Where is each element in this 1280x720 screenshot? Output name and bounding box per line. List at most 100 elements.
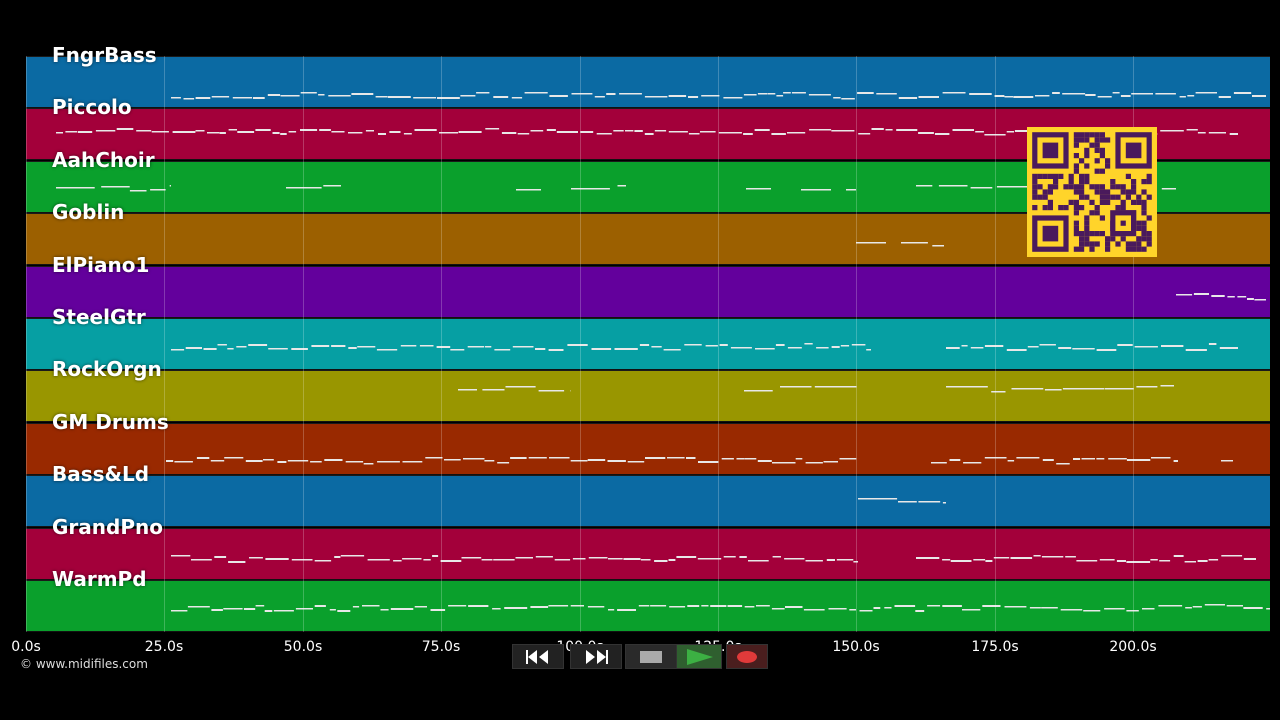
midi-note [962,609,981,611]
midi-note [530,606,549,608]
midi-note [644,133,654,135]
midi-note [236,346,247,348]
midi-note [859,610,873,612]
midi-note [1160,130,1184,132]
midi-note [730,347,752,349]
midi-note [481,559,493,561]
midi-note [1096,458,1105,460]
midi-note [853,561,858,563]
midi-note [380,609,389,611]
midi-note [1097,96,1112,98]
midi-note [651,346,662,348]
midi-note [172,131,196,133]
midi-note [866,349,871,351]
midi-note [211,609,223,611]
midi-note [1151,457,1171,459]
midi-note [803,609,825,611]
midi-note [885,129,893,131]
midi-notes [458,385,1174,393]
midi-note [588,557,608,559]
midi-note [638,605,650,607]
midi-note [314,605,326,607]
midi-note [494,349,511,351]
midi-note [952,129,974,131]
midi-note [1007,460,1015,462]
midi-note [755,348,775,350]
midi-note [993,557,1010,559]
midi-note [402,558,422,560]
midi-note [280,133,287,135]
midi-note [831,130,855,132]
midi-note [668,131,688,133]
midi-note [627,461,645,463]
midi-note [1185,349,1207,351]
midi-note [606,93,616,95]
midi-note [448,605,467,607]
midi-note [291,348,308,350]
midi-note [771,133,786,135]
rewind-button[interactable] [512,644,564,669]
midi-note [613,130,624,132]
midi-note [787,347,802,349]
play-button[interactable] [676,644,722,669]
midi-note [1161,188,1176,190]
midi-notes [171,604,1270,612]
midi-note [245,460,263,462]
midi-note [419,345,434,347]
midi-note [501,132,517,134]
midi-note [607,460,626,462]
midi-note [619,93,642,95]
stop-button[interactable] [625,644,677,669]
midi-note [973,559,986,561]
midi-note [654,560,668,562]
midi-note [400,345,417,347]
midi-note [849,609,856,611]
midi-note [517,133,530,135]
midi-note [1083,610,1101,612]
midi-note [1044,389,1062,391]
midi-note [727,605,743,607]
midi-note [196,457,210,459]
midi-note [1041,556,1064,558]
midi-note [224,457,244,459]
midi-note [684,344,702,346]
midi-note [376,349,398,351]
midi-note [915,610,925,612]
midi-note [314,560,332,562]
midi-note [1243,607,1263,609]
midi-note [808,94,831,96]
midi-note [723,97,743,99]
midi-note [816,347,829,349]
midi-note [357,346,376,348]
midi-note [608,609,615,611]
fast-forward-icon [586,649,608,664]
midi-note [493,559,515,561]
midi-note [1254,299,1266,301]
midi-note [916,557,940,559]
midi-note [873,607,881,609]
midi-note [858,133,871,135]
midi-note [801,189,831,191]
midi-note [461,557,482,559]
midi-note [497,462,510,464]
midi-note [898,97,918,99]
midi-note [460,95,476,97]
midi-note [331,131,345,133]
record-button[interactable] [726,644,768,669]
fast-forward-button[interactable] [570,644,622,669]
midi-note [743,133,753,135]
midi-note [264,610,273,612]
midi-note [210,460,225,462]
midi-note [1158,605,1183,607]
track-label: FngrBass [52,43,157,67]
midi-note [549,457,570,459]
midi-note [970,187,993,189]
track-lane [26,318,1270,370]
midi-note [1185,607,1192,609]
midi-note [174,461,193,463]
midi-note [546,129,556,131]
midi-note [1266,608,1270,610]
midi-note [744,606,755,608]
midi-note [950,560,972,562]
midi-note [403,133,412,135]
